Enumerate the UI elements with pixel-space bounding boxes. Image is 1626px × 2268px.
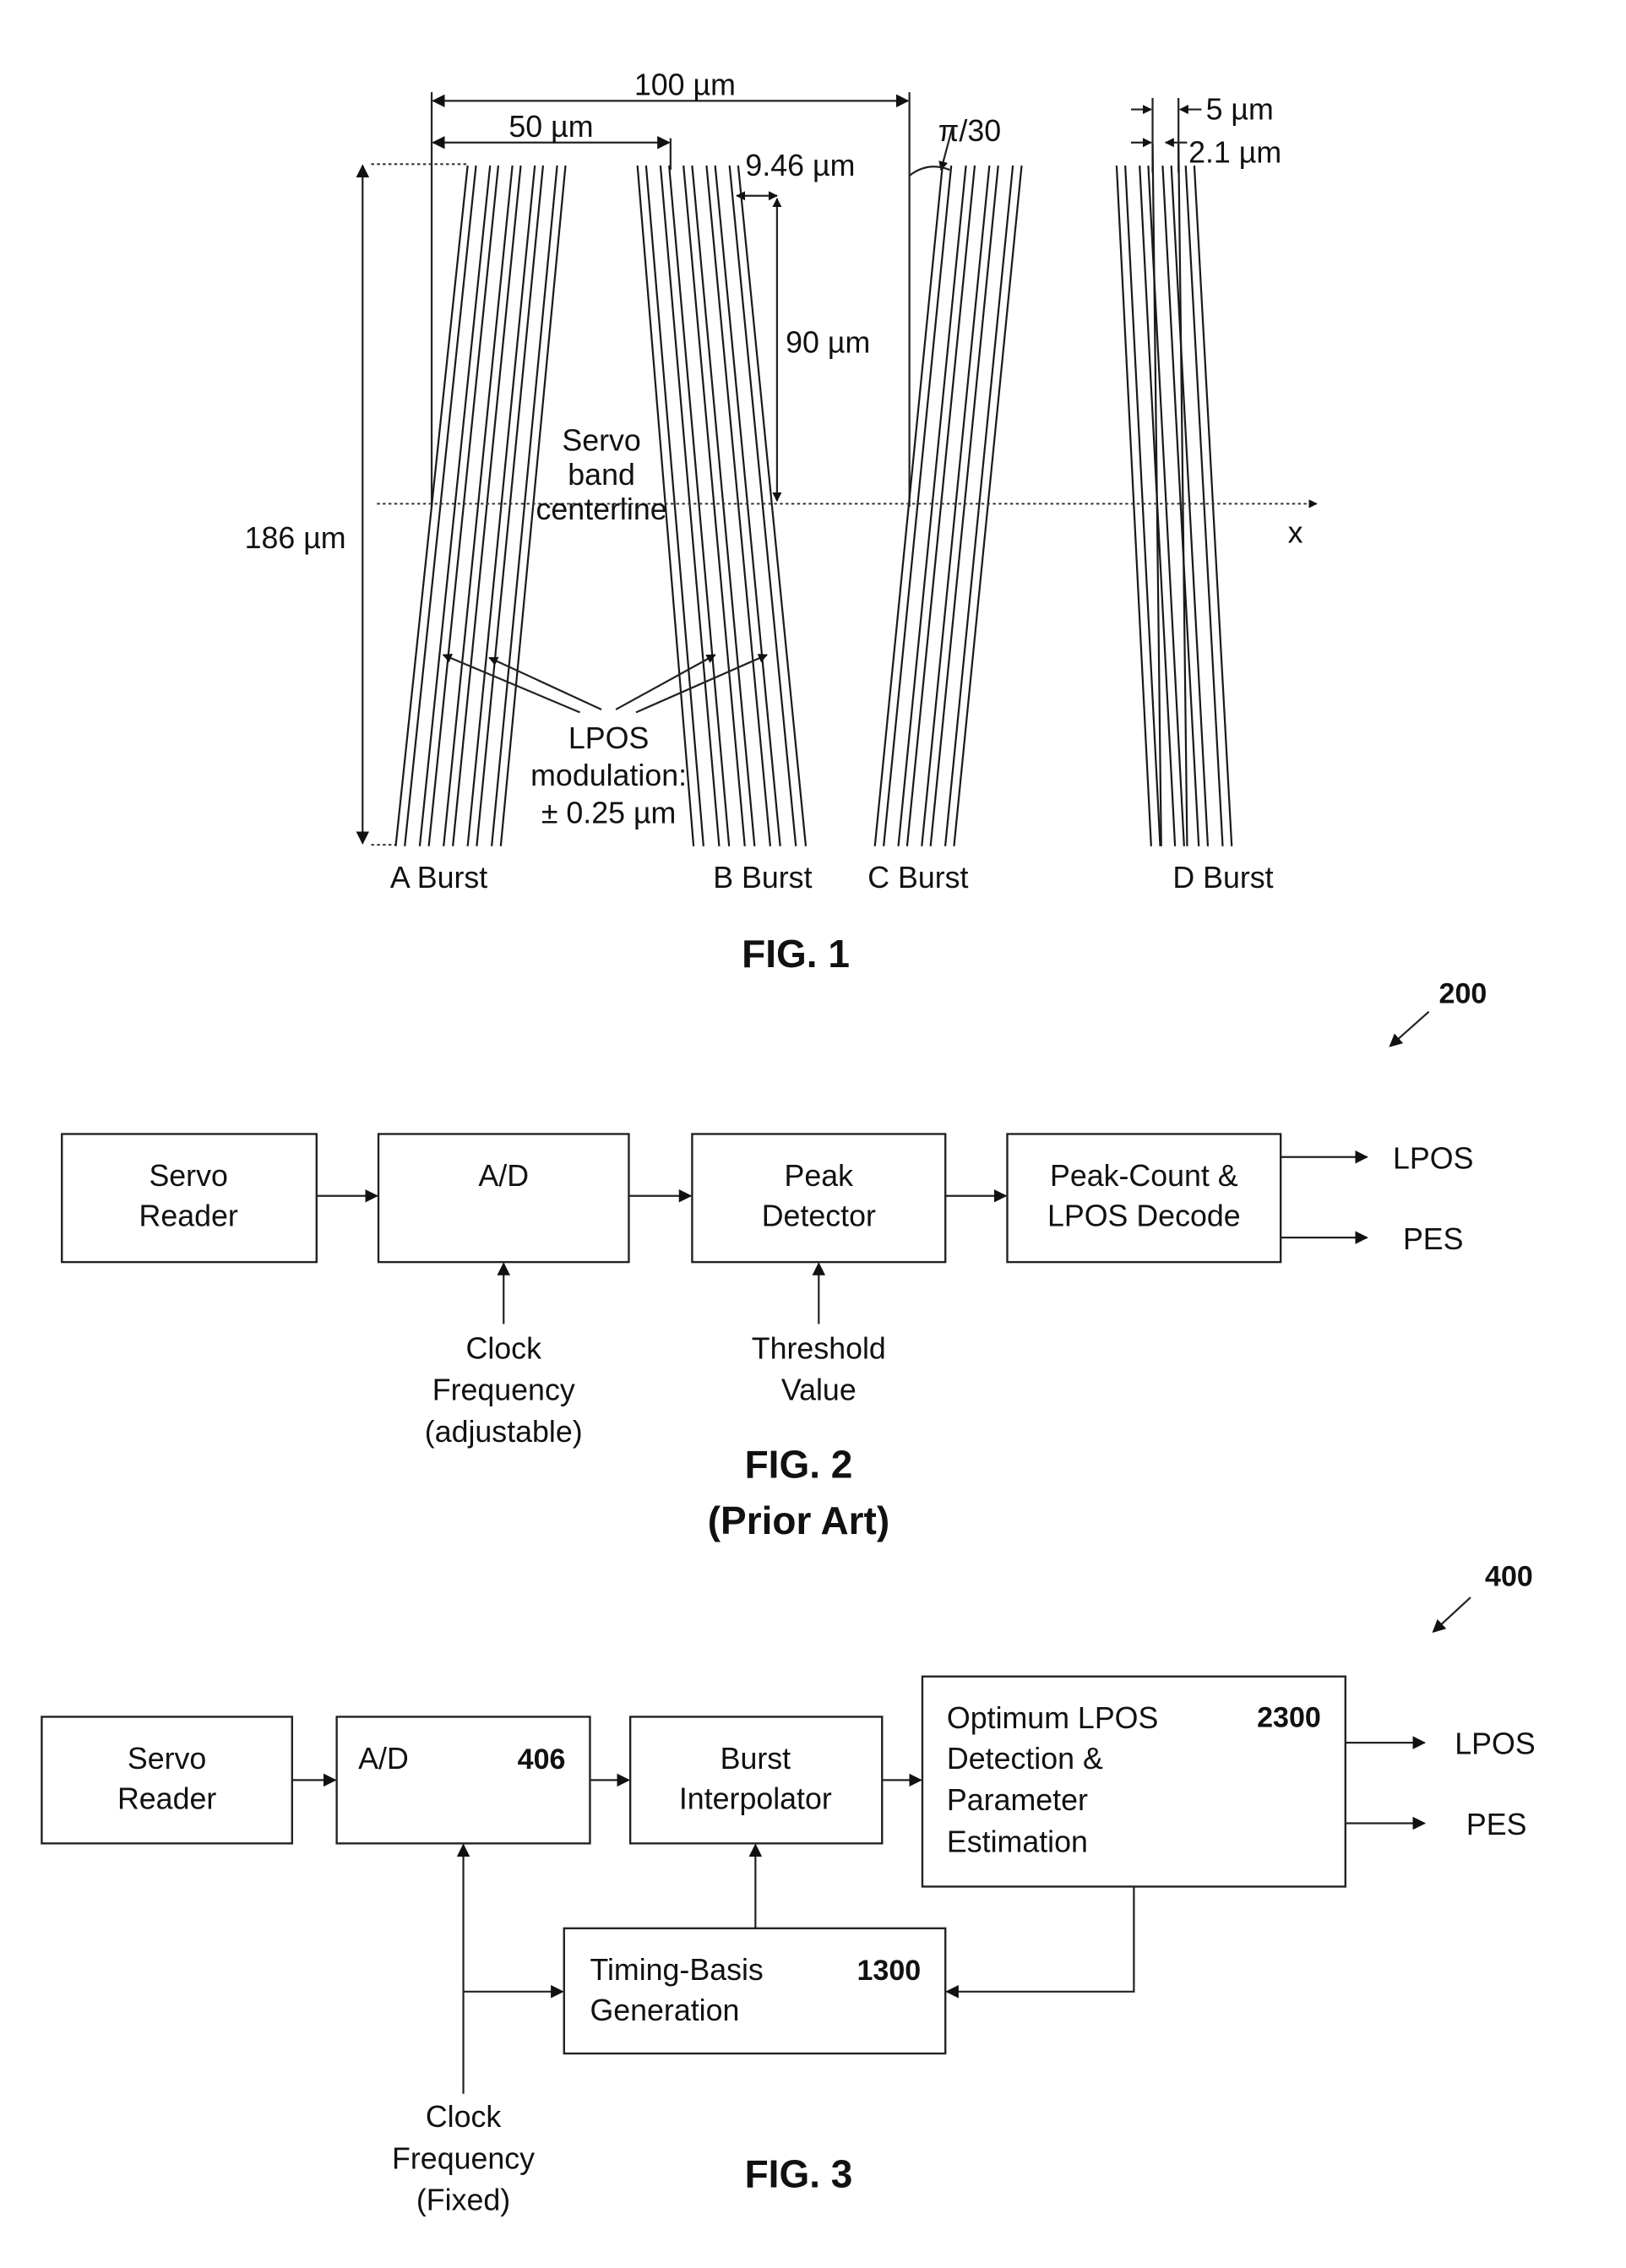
burst-b-stripe bbox=[691, 165, 756, 846]
block-label: A/D bbox=[358, 1742, 409, 1776]
fig3-ref-number: 400 bbox=[1485, 1560, 1533, 1592]
dim-5-label: 5 µm bbox=[1206, 93, 1274, 127]
burst-a-stripe bbox=[404, 165, 477, 846]
block-label: Reader bbox=[139, 1199, 238, 1233]
fig2-ref-arrow bbox=[1389, 1010, 1430, 1047]
dim-186-label: 186 µm bbox=[245, 521, 346, 555]
block-label: Servo bbox=[149, 1159, 227, 1193]
block-ad: A/D bbox=[377, 1133, 630, 1264]
block-label: Servo bbox=[128, 1742, 206, 1776]
output-lpos: LPOS bbox=[1393, 1141, 1473, 1175]
burst-b-stripe bbox=[682, 165, 746, 846]
block-label: Generation bbox=[590, 1993, 739, 2027]
dim-946-label: 9.46 µm bbox=[745, 149, 855, 182]
fig2-subtitle: (Prior Art) bbox=[708, 1498, 889, 1542]
burst-b-stripe bbox=[659, 165, 721, 846]
output-pes: PES bbox=[1403, 1222, 1464, 1256]
burst-b-stripe bbox=[705, 165, 772, 846]
burst-b-stripe bbox=[728, 165, 797, 846]
dim-90-label: 90 µm bbox=[786, 325, 870, 359]
angle-arc bbox=[908, 166, 950, 177]
fig1: 100 µm 50 µm 9.46 µm 90 µm 186 µm π/30 5… bbox=[245, 68, 1318, 976]
dim-50-label: 50 µm bbox=[508, 110, 593, 144]
block-label: A/D bbox=[478, 1159, 529, 1193]
input-clock-2: Frequency bbox=[392, 2141, 535, 2175]
block-label: Parameter bbox=[947, 1783, 1088, 1817]
centerline-label-3: centerline bbox=[536, 492, 667, 526]
block-label: Interpolator bbox=[679, 1781, 832, 1815]
dim-21-label: 2.1 µm bbox=[1188, 136, 1281, 170]
block-optimum-lpos: Optimum LPOS Detection & Parameter Estim… bbox=[921, 1675, 1347, 1888]
input-threshold-1: Threshold bbox=[752, 1331, 886, 1365]
block-peak-count: Peak-Count & LPOS Decode bbox=[1006, 1133, 1282, 1264]
block-label: Reader bbox=[117, 1781, 216, 1815]
input-clock-3: (Fixed) bbox=[416, 2184, 510, 2217]
block-number: 406 bbox=[518, 1743, 566, 1776]
burst-label-a: A Burst bbox=[390, 861, 487, 895]
block-label: Peak-Count & bbox=[1050, 1159, 1238, 1193]
input-clock-3: (adjustable) bbox=[425, 1415, 583, 1449]
lpos-pointer-4 bbox=[635, 654, 769, 714]
fig1-title: FIG. 1 bbox=[742, 932, 850, 976]
block-number: 1300 bbox=[857, 1955, 921, 1987]
fig3-ref-arrow bbox=[1432, 1596, 1471, 1633]
input-threshold-2: Value bbox=[781, 1373, 857, 1407]
lpos-pointer-1 bbox=[442, 653, 580, 714]
block-label: Burst bbox=[721, 1742, 791, 1776]
input-clock-1: Clock bbox=[466, 1331, 542, 1365]
block-number: 2300 bbox=[1257, 1701, 1321, 1733]
block-label: Detector bbox=[762, 1199, 876, 1233]
burst-label-d: D Burst bbox=[1172, 861, 1273, 895]
burst-d-stripe bbox=[1184, 165, 1224, 846]
block-label: Optimum LPOS bbox=[947, 1701, 1158, 1735]
burst-label-c: C Burst bbox=[867, 861, 968, 895]
fig3-title: FIG. 3 bbox=[745, 2151, 853, 2195]
servo-bursts bbox=[394, 144, 1233, 846]
fig2-title: FIG. 2 bbox=[745, 1443, 853, 1487]
input-clock-1: Clock bbox=[426, 2100, 502, 2134]
output-pes: PES bbox=[1466, 1808, 1527, 1841]
lpos-label-2: modulation: bbox=[530, 759, 687, 792]
block-ad: A/D 406 bbox=[335, 1716, 591, 1845]
block-label: Estimation bbox=[947, 1825, 1088, 1859]
output-lpos: LPOS bbox=[1455, 1727, 1535, 1761]
block-servo-reader: Servo Reader bbox=[61, 1133, 318, 1264]
fig2: 200 Servo Reader A/D Peak Detector Peak-… bbox=[61, 977, 1487, 1542]
lpos-label-3: ± 0.25 µm bbox=[541, 797, 677, 830]
block-label: LPOS Decode bbox=[1047, 1199, 1241, 1233]
x-axis-label: x bbox=[1288, 515, 1303, 549]
block-servo-reader: Servo Reader bbox=[41, 1716, 294, 1845]
block-burst-interpolator: Burst Interpolator bbox=[628, 1716, 884, 1845]
block-timing-basis: Timing-Basis Generation 1300 bbox=[563, 1927, 947, 2055]
burst-d-stripe bbox=[1193, 165, 1233, 846]
block-label: Timing-Basis bbox=[590, 1953, 763, 1987]
lpos-label-1: LPOS bbox=[568, 721, 649, 755]
burst-label-b: B Burst bbox=[713, 861, 812, 895]
fig2-ref-number: 200 bbox=[1439, 977, 1487, 1009]
block-label: Peak bbox=[785, 1159, 854, 1193]
burst-d-stripe bbox=[1170, 165, 1210, 846]
centerline-label-2: band bbox=[568, 458, 635, 492]
centerline-label-1: Servo bbox=[562, 423, 640, 457]
block-label: Detection & bbox=[947, 1742, 1103, 1776]
burst-a-stripe bbox=[418, 165, 492, 846]
burst-b-stripe bbox=[668, 165, 731, 846]
input-clock-2: Frequency bbox=[432, 1373, 575, 1407]
block-peak-detector: Peak Detector bbox=[691, 1133, 947, 1264]
patent-figure-sheet: 100 µm 50 µm 9.46 µm 90 µm 186 µm π/30 5… bbox=[41, 68, 1536, 2217]
fig3: 400 Servo Reader A/D 406 Burst Interpola… bbox=[41, 1560, 1536, 2217]
arrow-feedback-to-timing bbox=[945, 1886, 1135, 1999]
lpos-pointer-3 bbox=[615, 654, 716, 710]
burst-d-stripe bbox=[1115, 165, 1152, 846]
dim-100-label: 100 µm bbox=[634, 68, 736, 102]
